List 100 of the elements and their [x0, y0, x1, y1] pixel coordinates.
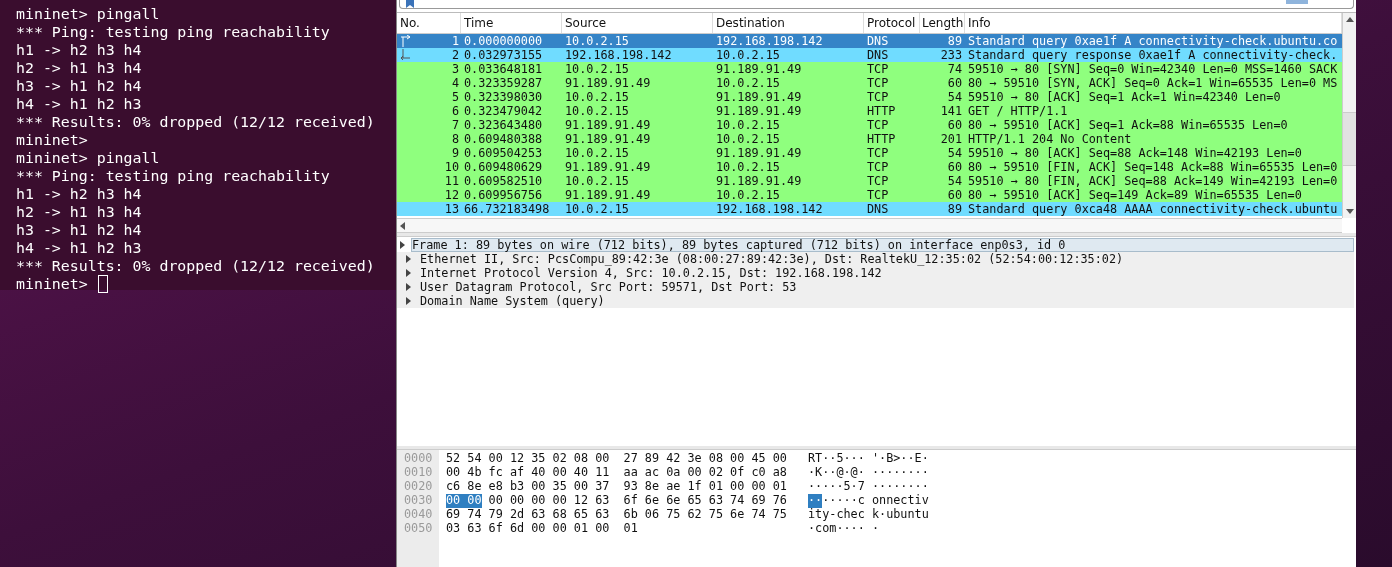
packet-row[interactable]: 1 0.000000000 10.0.2.15 192.168.198.142 DNS 89 Standard query 0xae1f A connectivity-check.ubuntu.co — [397, 34, 1342, 48]
packet-number: 11 — [444, 174, 459, 188]
packet-number: 4 — [451, 76, 459, 90]
hex-bytes: 03 63 6f 6d 00 00 01 00 01 — [446, 522, 638, 536]
packet-length: 60 — [947, 118, 962, 132]
destination-address: 10.0.2.15 — [716, 160, 780, 174]
byte-offset: 0050 — [404, 522, 434, 536]
terminal-line: h4 -> h1 h2 h3 — [16, 95, 142, 113]
packet-row[interactable]: 5 0.323398030 10.0.2.15 91.189.91.49 TCP 54 59510 → 80 [ACK] Seq=1 Ack=1 Win=42340 Len=0 — [397, 90, 1342, 104]
packet-row[interactable]: 13 66.732183498 10.0.2.15 192.168.198.142 DNS 89 Standard query 0xca48 AAAA connectivity-check.ubuntu — [397, 202, 1342, 216]
packet-time: 0.032973155 — [464, 48, 543, 62]
destination-address: 10.0.2.15 — [716, 188, 780, 202]
packet-info: 59510 → 80 [ACK] Seq=88 Ack=148 Win=42193 Len=0 — [968, 146, 1302, 160]
protocol-name: DNS — [867, 202, 889, 216]
packet-length: 89 — [947, 34, 962, 48]
selected-bytes[interactable]: 00 00 — [446, 494, 482, 508]
scroll-thumb[interactable] — [1343, 112, 1356, 166]
source-address: 10.0.2.15 — [565, 202, 629, 216]
column-header[interactable]: Destination — [713, 13, 864, 33]
column-header[interactable]: Protocol — [864, 13, 920, 33]
protocol-name: TCP — [867, 174, 889, 188]
packet-time: 0.609956756 — [464, 188, 543, 202]
terminal-line: *** Results: 0% dropped (12/12 received) — [16, 257, 375, 275]
packet-time: 0.609582510 — [464, 174, 543, 188]
packet-info: GET / HTTP/1.1 — [968, 104, 1068, 118]
packet-info: Standard query 0xca48 AAAA connectivity-check.ubuntu — [968, 202, 1338, 216]
terminal-line: mininet> — [16, 131, 89, 149]
destination-address: 91.189.91.49 — [716, 146, 802, 160]
packet-info: 80 → 59510 [FIN, ACK] Seq=148 Ack=88 Win=65535 Len=0 — [968, 160, 1338, 174]
column-header[interactable]: No. — [397, 13, 461, 33]
destination-address: 91.189.91.49 — [716, 90, 802, 104]
scroll-left-icon[interactable] — [400, 221, 405, 230]
packet-number: 1 — [451, 34, 459, 48]
tree-item[interactable]: User Datagram Protocol, Src Port: 59571, Dst Port: 53 — [397, 280, 1354, 294]
destination-address: 10.0.2.15 — [716, 132, 780, 146]
selected-ascii[interactable]: ·· — [808, 494, 823, 508]
packet-time: 0.609504253 — [464, 146, 543, 160]
packet-length: 89 — [947, 202, 962, 216]
packet-info: Standard query 0xae1f A connectivity-check.ubuntu.co — [968, 34, 1338, 48]
destination-address: 10.0.2.15 — [716, 118, 780, 132]
packet-row[interactable]: 4 0.323359287 91.189.91.49 10.0.2.15 TCP 60 80 → 59510 [SYN, ACK] Seq=0 Ack=1 Win=65535 Len=0 MS — [397, 76, 1342, 90]
column-header[interactable]: Source — [562, 13, 713, 33]
bookmark-icon[interactable] — [404, 0, 416, 8]
source-address: 10.0.2.15 — [565, 62, 629, 76]
terminal-line: h2 -> h1 h3 h4 — [16, 59, 142, 77]
hex-bytes: c6 8e e8 b3 00 35 00 37 93 8e ae 1f 01 00 00 01 — [446, 480, 787, 494]
source-address: 91.189.91.49 — [565, 118, 651, 132]
source-address: 10.0.2.15 — [565, 34, 629, 48]
packet-time: 0.323398030 — [464, 90, 543, 104]
source-address: 91.189.91.49 — [565, 76, 651, 90]
scroll-up-icon[interactable] — [1345, 17, 1354, 22]
tree-item[interactable]: Domain Name System (query) — [397, 294, 1354, 308]
column-header[interactable]: Time — [461, 13, 562, 33]
packet-info: 59510 → 80 [SYN] Seq=0 Win=42340 Len=0 MSS=1460 SACK — [968, 62, 1338, 76]
hex-bytes: 69 74 79 2d 63 68 65 63 6b 06 75 62 75 6e 74 75 — [446, 508, 787, 522]
packet-length: 60 — [947, 188, 962, 202]
packet-row[interactable]: 2 0.032973155 192.168.198.142 10.0.2.15 DNS 233 Standard query response 0xae1f A connectivity-check. — [397, 48, 1342, 62]
protocol-name: TCP — [867, 188, 889, 202]
protocol-name: TCP — [867, 62, 889, 76]
terminal-line: *** Ping: testing ping reachability — [16, 23, 330, 41]
destination-address: 91.189.91.49 — [716, 174, 802, 188]
packet-info: Standard query response 0xae1f A connectivity-check. — [968, 48, 1338, 62]
vertical-scrollbar[interactable] — [1342, 13, 1356, 218]
packet-row[interactable]: 12 0.609956756 91.189.91.49 10.0.2.15 TCP 60 80 → 59510 [ACK] Seq=149 Ack=89 Win=65535 Len=0 — [397, 188, 1342, 202]
packet-row[interactable]: 3 0.033648181 10.0.2.15 91.189.91.49 TCP 74 59510 → 80 [SYN] Seq=0 Win=42340 Len=0 MSS=1460 SACK — [397, 62, 1342, 76]
protocol-name: DNS — [867, 48, 889, 62]
byte-offset: 0030 — [404, 494, 434, 508]
packet-row[interactable]: 11 0.609582510 10.0.2.15 91.189.91.49 TCP 54 59510 → 80 [FIN, ACK] Seq=88 Ack=149 Win=42193 Len=0 — [397, 174, 1342, 188]
packet-info: 80 → 59510 [ACK] Seq=149 Ack=89 Win=65535 Len=0 — [968, 188, 1302, 202]
terminal-line: h2 -> h1 h3 h4 — [16, 203, 142, 221]
packet-number: 6 — [451, 104, 459, 118]
tree-item[interactable]: Internet Protocol Version 4, Src: 10.0.2.15, Dst: 192.168.198.142 — [397, 266, 1354, 280]
source-address: 10.0.2.15 — [565, 146, 629, 160]
packet-number: 10 — [444, 160, 459, 174]
destination-address: 192.168.198.142 — [716, 34, 823, 48]
ascii-bytes: ·····5·7 ········ — [808, 480, 929, 494]
column-header[interactable]: Length — [920, 13, 965, 33]
packet-time: 0.609480388 — [464, 132, 543, 146]
packet-length: 54 — [947, 174, 962, 188]
packet-time: 0.033648181 — [464, 62, 543, 76]
packet-row[interactable]: 10 0.609480629 91.189.91.49 10.0.2.15 TCP 60 80 → 59510 [FIN, ACK] Seq=148 Ack=88 Win=65535 Len=0 — [397, 160, 1342, 174]
protocol-name: TCP — [867, 160, 889, 174]
source-address: 10.0.2.15 — [565, 90, 629, 104]
scroll-down-icon[interactable] — [1345, 209, 1354, 214]
terminal-line: h1 -> h2 h3 h4 — [16, 41, 142, 59]
protocol-name: TCP — [867, 146, 889, 160]
ascii-bytes: ·com···· · — [808, 522, 880, 536]
destination-address: 91.189.91.49 — [716, 104, 802, 118]
packet-length: 54 — [947, 90, 962, 104]
terminal-window[interactable] — [0, 0, 396, 290]
packet-row[interactable]: 6 0.323479042 10.0.2.15 91.189.91.49 HTTP 141 GET / HTTP/1.1 — [397, 104, 1342, 118]
packet-row[interactable]: 8 0.609480388 91.189.91.49 10.0.2.15 HTTP 201 HTTP/1.1 204 No Content — [397, 132, 1342, 146]
packet-row[interactable]: 7 0.323643480 91.189.91.49 10.0.2.15 TCP 60 80 → 59510 [ACK] Seq=1 Ack=88 Win=65535 Len=0 — [397, 118, 1342, 132]
packet-row[interactable]: 9 0.609504253 10.0.2.15 91.189.91.49 TCP 54 59510 → 80 [ACK] Seq=88 Ack=148 Win=42193 Len=0 — [397, 146, 1342, 160]
source-address: 10.0.2.15 — [565, 174, 629, 188]
byte-offset: 0040 — [404, 508, 434, 522]
tree-item[interactable]: Ethernet II, Src: PcsCompu_89:42:3e (08:00:27:89:42:3e), Dst: RealtekU_12:35:02 (52:54:00:12:35:02) — [397, 252, 1354, 266]
packet-time: 0.323643480 — [464, 118, 543, 132]
destination-address: 10.0.2.15 — [716, 48, 780, 62]
destination-address: 192.168.198.142 — [716, 202, 823, 216]
